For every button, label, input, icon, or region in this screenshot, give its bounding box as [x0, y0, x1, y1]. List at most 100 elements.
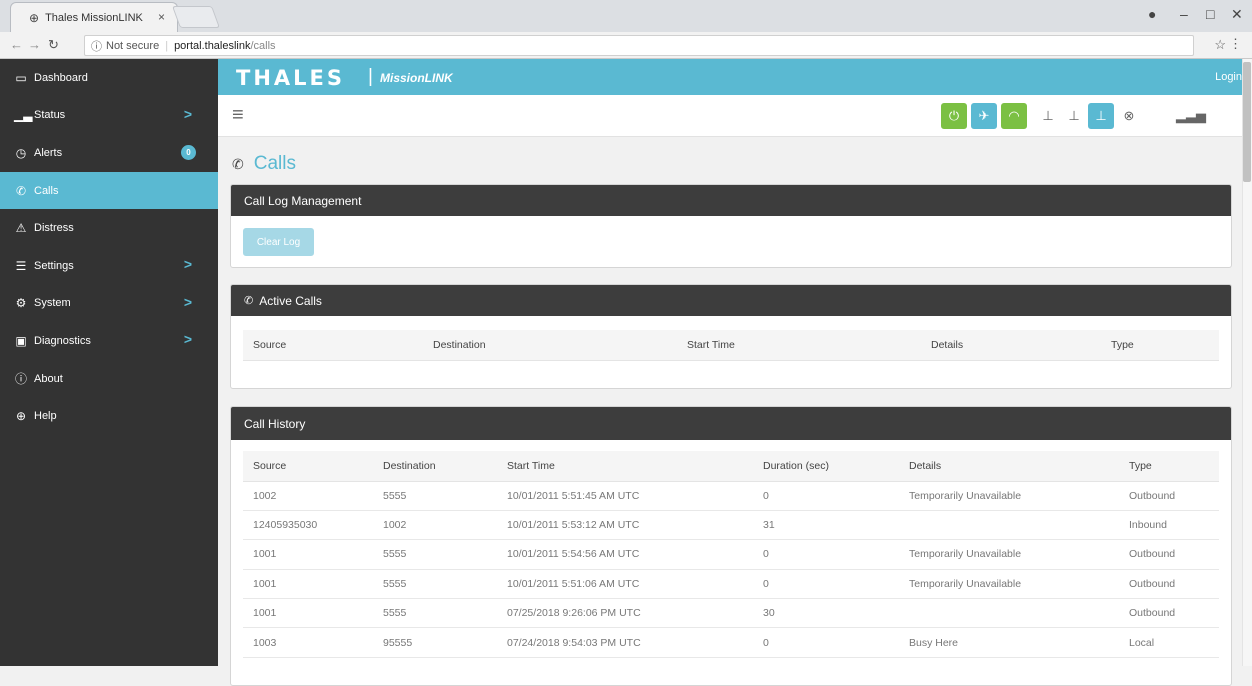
sliders-icon: ☰ — [15, 258, 27, 273]
signal-strength-icon: ▂▃▅ — [1176, 108, 1206, 123]
network-icon[interactable]: ⊥ — [1035, 103, 1061, 129]
column-header: Source — [243, 451, 373, 482]
network-icon[interactable]: ⊥ — [1061, 103, 1087, 129]
table-cell: Local — [1119, 627, 1219, 658]
column-header: Destination — [423, 330, 677, 361]
maximize-icon[interactable]: □ — [1206, 6, 1214, 22]
scrollbar-thumb[interactable] — [1243, 62, 1251, 182]
column-header: Start Time — [677, 330, 921, 361]
table-cell: 1001 — [243, 598, 373, 629]
sidebar-item-label: System — [34, 297, 71, 310]
bookmark-star-icon[interactable]: ☆ — [1214, 37, 1226, 53]
column-header: Details — [899, 451, 1119, 482]
panel-title: Call History — [244, 416, 306, 431]
back-icon[interactable]: ← — [10, 37, 23, 52]
sidebar: ▭ Dashboard ▁▃ Status > ◷ Alerts 0 ✆ Cal… — [0, 59, 218, 666]
chevron-right-icon: > — [183, 331, 192, 348]
chevron-right-icon: > — [183, 293, 192, 310]
column-header: Type — [1119, 451, 1219, 482]
brand-logo: THALES — [236, 66, 346, 90]
sidebar-item-distress[interactable]: ⚠ Distress — [0, 209, 218, 247]
table-cell: 0 — [753, 539, 899, 570]
panel-header: ✆ Active Calls — [231, 285, 1231, 316]
browser-menu-icon[interactable]: ⋮ — [1229, 36, 1242, 52]
toolbox-icon: ▣ — [15, 333, 27, 348]
url-host: portal.thaleslink — [174, 39, 251, 52]
tab-title: Thales MissionLINK — [45, 11, 143, 24]
table-cell: 1002 — [373, 510, 497, 541]
power-icon[interactable]: ⏻ — [941, 103, 967, 129]
table-row: 1001 5555 10/01/2011 5:51:06 AM UTC 0 Tempor… — [243, 569, 1219, 600]
sidebar-item-diagnostics[interactable]: ▣ Diagnostics > — [0, 322, 218, 360]
new-tab-button[interactable] — [171, 6, 221, 28]
sidebar-item-dashboard[interactable]: ▭ Dashboard — [0, 59, 218, 97]
reload-icon[interactable]: ↻ — [48, 37, 59, 53]
table-cell: 0 — [753, 569, 899, 600]
sidebar-item-system[interactable]: ⚙ System > — [0, 285, 218, 323]
table-cell: Temporarily Unavailable — [899, 481, 1119, 511]
call-history-body: 1002 5555 10/01/2011 5:51:45 AM UTC 0 Tempor… — [243, 481, 1219, 658]
window-close-icon[interactable]: ✕ — [1231, 6, 1243, 23]
table-cell: 5555 — [373, 539, 497, 570]
column-header: Destination — [373, 451, 497, 482]
monitor-icon: ▭ — [15, 70, 27, 85]
phone-ringing-icon: ✆ — [244, 295, 254, 307]
table-cell: 0 — [753, 481, 899, 511]
table-header-row: Source Destination Start Time Details Ty… — [243, 330, 1219, 361]
gear-icon: ⚙ — [15, 296, 27, 311]
satellite-icon[interactable]: ✈ — [971, 103, 997, 129]
active-calls-panel: ✆ Active Calls Source Destination Start … — [230, 284, 1232, 389]
phone-icon: ✆ — [15, 183, 27, 198]
network-active-icon[interactable]: ⊥ — [1088, 103, 1114, 129]
table-cell: 1002 — [243, 481, 373, 511]
panel-header: Call History — [231, 407, 1231, 440]
table-row: 1001 5555 07/25/2018 9:26:06 PM UTC 30 Outbo… — [243, 598, 1219, 629]
column-header: Duration (sec) — [753, 451, 899, 482]
forward-icon[interactable]: → — [28, 37, 41, 52]
table-cell: Inbound — [1119, 510, 1219, 541]
panel-title: Call Log Management — [244, 193, 362, 208]
clear-log-button[interactable]: Clear Log — [243, 228, 314, 256]
table-cell — [899, 598, 1119, 629]
sidebar-item-calls[interactable]: ✆ Calls — [0, 171, 218, 210]
panel-title: Active Calls — [259, 293, 322, 308]
globe-icon[interactable]: ⊗ — [1116, 103, 1142, 129]
sidebar-item-settings[interactable]: ☰ Settings > — [0, 247, 218, 285]
minimize-icon[interactable]: – — [1180, 6, 1188, 22]
table-cell: 10/01/2011 5:54:56 AM UTC — [497, 539, 753, 570]
status-toolbar: ≡ ⏻ ✈ ◠ ⊥ ⊥ ⊥ ⊗ ▂▃▅ — [218, 95, 1242, 137]
sidebar-item-help[interactable]: ⊕ Help — [0, 397, 218, 435]
table-cell: Temporarily Unavailable — [899, 539, 1119, 570]
sidebar-item-label: Diagnostics — [34, 334, 91, 347]
close-tab-icon[interactable]: × — [158, 10, 165, 24]
warning-icon: ⚠ — [15, 221, 27, 236]
chevron-right-icon: > — [183, 255, 192, 272]
table-row: 1003 95555 07/24/2018 9:54:03 PM UTC 0 Busy … — [243, 627, 1219, 658]
chart-icon: ▁▃ — [14, 108, 33, 123]
table-cell — [899, 510, 1119, 541]
url-field[interactable]: ⓘ Not secure | portal.thaleslink/calls — [84, 35, 1194, 56]
login-link[interactable]: Login — [1215, 71, 1242, 83]
menu-toggle-icon[interactable]: ≡ — [232, 104, 244, 127]
browser-tab[interactable]: ⊕ Thales MissionLINK × — [10, 2, 178, 32]
table-cell: 10/01/2011 5:53:12 AM UTC — [497, 510, 753, 541]
sidebar-item-about[interactable]: ⓘ About — [0, 360, 218, 398]
info-icon: ⓘ — [91, 40, 102, 53]
column-header: Details — [921, 330, 1101, 361]
profile-icon[interactable]: ● — [1148, 6, 1156, 22]
sidebar-item-alerts[interactable]: ◷ Alerts 0 — [0, 134, 218, 172]
url-divider: | — [165, 39, 169, 52]
table-cell: 07/24/2018 9:54:03 PM UTC — [497, 627, 753, 658]
call-history-panel: Call History Source Destination Start Ti… — [230, 406, 1232, 686]
table-cell: 07/25/2018 9:26:06 PM UTC — [497, 598, 753, 629]
active-calls-table: Source Destination Start Time Details Ty… — [243, 330, 1219, 361]
table-header-row: Source Destination Start Time Duration (… — [243, 451, 1219, 482]
sidebar-item-label: Distress — [34, 222, 74, 235]
call-history-table: Source Destination Start Time Duration (… — [243, 451, 1219, 658]
wifi-icon[interactable]: ◠ — [1001, 103, 1027, 129]
table-cell: Temporarily Unavailable — [899, 569, 1119, 600]
sidebar-item-status[interactable]: ▁▃ Status > — [0, 97, 218, 135]
table-cell: 5555 — [373, 481, 497, 511]
sidebar-item-label: Calls — [34, 184, 59, 197]
table-row: 1001 5555 10/01/2011 5:54:56 AM UTC 0 Tempor… — [243, 539, 1219, 570]
